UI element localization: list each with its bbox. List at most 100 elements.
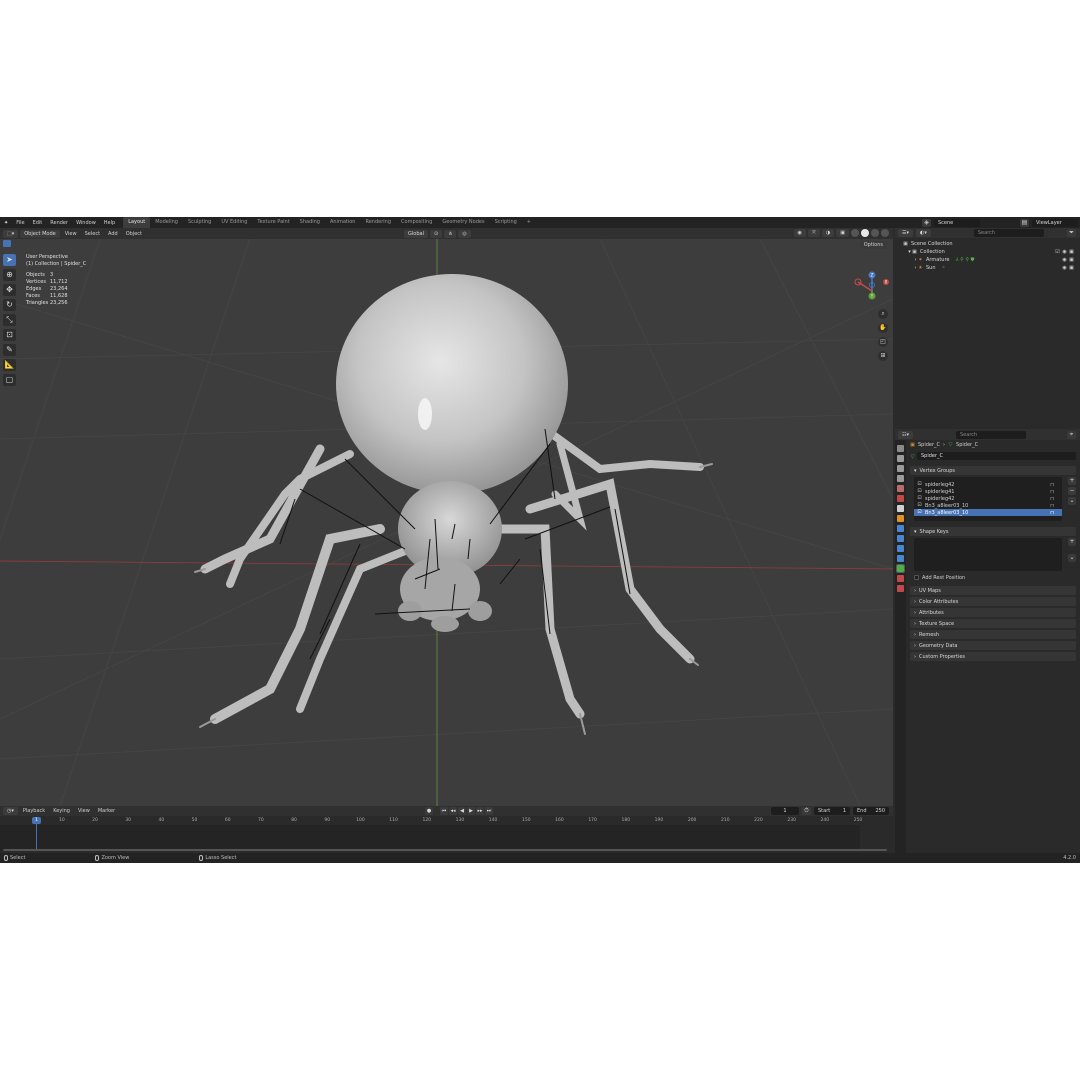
view-layer-icon[interactable]: ▤ [1020, 218, 1029, 227]
add-cube-tool-icon[interactable]: ▢ [3, 374, 16, 386]
view-layer-tab-icon[interactable] [897, 475, 904, 482]
mode-dropdown[interactable]: Object Mode [20, 229, 60, 238]
render-camera-icon[interactable]: ▣ [1069, 265, 1074, 271]
outliner-row-scene-collection[interactable]: ▣ Scene Collection [895, 240, 1080, 248]
select-mode-invert-icon[interactable] [30, 240, 38, 247]
timeline-ruler[interactable]: 10 20 30 40 50 60 70 80 90 100 110 120 130 140 150 160 1… [0, 817, 893, 825]
snap-icon[interactable]: ⋔ [444, 229, 457, 238]
add-vertex-group-button[interactable]: + [1068, 477, 1076, 485]
menu-playback[interactable]: Playback [20, 808, 48, 814]
shape-keys-list[interactable] [914, 538, 1062, 571]
panel-uv-maps[interactable]: › UV Maps [910, 586, 1076, 595]
auto-key-icon[interactable]: ● [425, 807, 433, 815]
lock-icon[interactable]: ⊓ [1050, 503, 1054, 509]
move-tool-icon[interactable]: ✥ [3, 284, 16, 296]
current-frame-field[interactable]: 1 [771, 807, 799, 815]
visibility-eye-icon[interactable]: ◉ [1062, 257, 1067, 263]
menu-render[interactable]: Render [46, 220, 72, 226]
material-tab-icon[interactable] [897, 575, 904, 582]
solid-shading-icon[interactable] [861, 229, 869, 237]
measure-tool-icon[interactable]: 📐 [3, 359, 16, 371]
panel-attributes[interactable]: › Attributes [910, 608, 1076, 617]
list-item[interactable]: ⊡ spiderleg42 ⊓ [914, 495, 1062, 502]
material-shading-icon[interactable] [871, 229, 879, 237]
menu-keying[interactable]: Keying [50, 808, 73, 814]
texture-tab-icon[interactable] [897, 585, 904, 592]
menu-file[interactable]: File [12, 220, 28, 226]
menu-add[interactable]: Add [105, 231, 121, 237]
vertex-groups-list[interactable]: ⊡ spiderleg42 ⊓ ⊡ spiderleg41 ⊓ ⊡ spiderleg42… [914, 477, 1062, 521]
remove-vertex-group-button[interactable]: − [1068, 487, 1076, 495]
select-mode-new-icon[interactable] [3, 240, 11, 247]
add-workspace-icon[interactable]: + [522, 217, 536, 228]
lock-icon[interactable]: ⊓ [1050, 510, 1054, 516]
navigation-gizmo[interactable]: Z Y X [852, 271, 892, 311]
collection-tab-icon[interactable] [897, 505, 904, 512]
menu-marker[interactable]: Marker [95, 808, 118, 814]
menu-help[interactable]: Help [100, 220, 119, 226]
filter-icon[interactable]: ⏷ [1067, 229, 1076, 237]
render-tab-icon[interactable] [897, 455, 904, 462]
zoom-icon[interactable]: ⌕ [878, 309, 888, 319]
add-rest-position-checkbox[interactable] [914, 575, 919, 580]
rotate-tool-icon[interactable]: ↻ [3, 299, 16, 311]
tab-scripting[interactable]: Scripting [490, 217, 522, 228]
add-shape-key-button[interactable]: + [1068, 538, 1076, 546]
select-mode-subtract-icon[interactable] [21, 240, 29, 247]
mesh-name-field[interactable]: Spider_C [917, 452, 1076, 460]
menu-view[interactable]: View [62, 231, 80, 237]
tab-compositing[interactable]: Compositing [396, 217, 437, 228]
next-key-icon[interactable]: ▸▸ [476, 807, 484, 815]
vertex-group-specials-icon[interactable]: ⌄ [1068, 497, 1076, 505]
outliner-search-input[interactable]: Search [973, 229, 1044, 237]
panel-remesh[interactable]: › Remesh [910, 630, 1076, 639]
options-button[interactable]: Options [859, 241, 887, 249]
blender-logo-icon[interactable]: ✦ [0, 220, 12, 226]
end-frame-field[interactable]: End 250 [853, 807, 889, 815]
add-rest-position-row[interactable]: Add Rest Position [908, 573, 1078, 582]
constraints-tab-icon[interactable] [897, 555, 904, 562]
list-item-selected[interactable]: ⊡ Bn3_a8leer03_10 ⊓ [914, 509, 1062, 516]
menu-edit[interactable]: Edit [29, 220, 47, 226]
outliner-row-collection[interactable]: ▾ ▣ Collection ☑ ◉ ▣ [895, 248, 1080, 256]
render-camera-icon[interactable]: ▣ [1069, 249, 1074, 255]
proportional-edit-icon[interactable]: ◎ [458, 229, 471, 238]
annotate-tool-icon[interactable]: ✎ [3, 344, 16, 356]
pan-hand-icon[interactable]: ✋ [878, 323, 888, 333]
visibility-icon[interactable]: ◉ [793, 229, 806, 237]
tab-uv-editing[interactable]: UV Editing [216, 217, 252, 228]
lock-icon[interactable]: ⊓ [1050, 482, 1054, 488]
tab-shading[interactable]: Shading [295, 217, 325, 228]
exclude-checkbox-icon[interactable]: ☑ [1055, 249, 1060, 255]
view-layer-name-field[interactable]: ViewLayer [1032, 218, 1078, 227]
cursor-tool-icon[interactable]: ⊕ [3, 269, 16, 281]
mesh-data-tab-icon[interactable] [896, 564, 905, 573]
shape-key-specials-icon[interactable]: ⌄ [1068, 554, 1076, 562]
object-tab-icon[interactable] [897, 515, 904, 522]
camera-view-icon[interactable]: ◰ [878, 337, 888, 347]
tab-texture-paint[interactable]: Texture Paint [252, 217, 294, 228]
scene-tab-icon[interactable] [897, 485, 904, 492]
tab-rendering[interactable]: Rendering [360, 217, 396, 228]
gizmo-toggle-icon[interactable]: ⤧ [807, 229, 820, 237]
overlay-toggle-icon[interactable]: ◑ [821, 229, 835, 237]
world-tab-icon[interactable] [897, 495, 904, 502]
display-mode-icon[interactable]: ◐▾ [916, 229, 931, 237]
timeline-scrollbar[interactable] [3, 849, 887, 851]
transform-tool-icon[interactable]: ⊡ [3, 329, 16, 341]
prev-key-icon[interactable]: ◂◂ [449, 807, 457, 815]
select-mode-extend-icon[interactable] [12, 240, 20, 247]
shape-keys-panel-header[interactable]: ▾ Shape Keys [910, 527, 1076, 536]
tab-modeling[interactable]: Modeling [150, 217, 183, 228]
render-camera-icon[interactable]: ▣ [1069, 257, 1074, 263]
list-item[interactable]: ⊡ spiderleg42 ⊓ [914, 481, 1062, 488]
list-item[interactable]: ⊡ spiderleg41 ⊓ [914, 488, 1062, 495]
select-tool-icon[interactable]: ➤ [3, 254, 16, 266]
scene-icon[interactable]: ◈ [922, 218, 931, 227]
lock-icon[interactable]: ⊓ [1050, 496, 1054, 502]
modifier-tab-icon[interactable] [897, 525, 904, 532]
panel-texture-space[interactable]: › Texture Space [910, 619, 1076, 628]
visibility-eye-icon[interactable]: ◉ [1062, 265, 1067, 271]
scale-tool-icon[interactable]: ⤡ [3, 314, 16, 326]
timeline-editor-type-icon[interactable]: ◷▾ [3, 807, 18, 815]
